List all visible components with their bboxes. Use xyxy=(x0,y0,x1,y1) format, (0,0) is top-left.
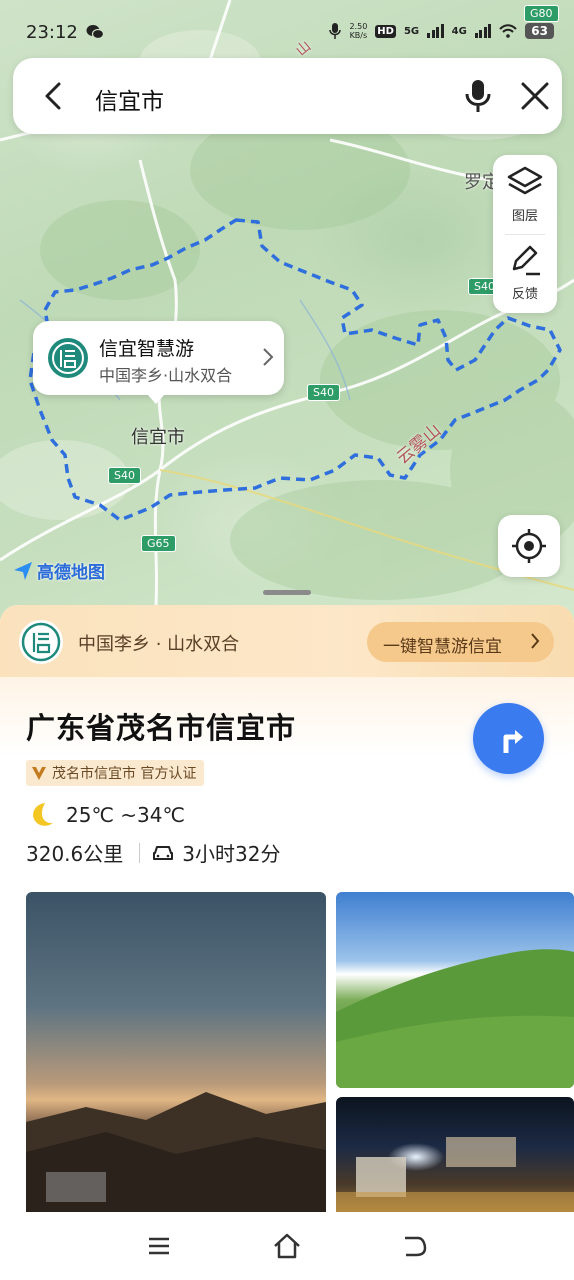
layers-button[interactable]: 图层 xyxy=(493,155,557,233)
map-city-label[interactable]: 信宜市 xyxy=(131,423,185,449)
voice-search-icon[interactable] xyxy=(463,78,493,114)
poi-subtitle: 中国李乡·山水双合 xyxy=(99,366,233,385)
search-query[interactable]: 信宜市 xyxy=(95,82,164,116)
amap-brand-text: 高德地图 xyxy=(37,563,105,583)
4g-label: 4G xyxy=(451,25,467,37)
layers-icon xyxy=(507,166,543,195)
signal-5g-icon xyxy=(427,24,444,38)
photo-night-town[interactable] xyxy=(336,1097,574,1222)
map-tools-panel: 图层 反馈 xyxy=(493,155,557,313)
net-speed: 2.50 KB/s xyxy=(349,22,367,40)
smart-tour-banner[interactable]: 中国李乡 · 山水双合 一键智慧游信宜 xyxy=(0,605,574,677)
route-arrow-icon xyxy=(503,730,523,753)
temperature-range: 25℃ ~34℃ xyxy=(66,803,185,827)
xinyi-logo-icon xyxy=(19,620,63,664)
poi-bubble[interactable]: 信宜智慧游 中国李乡·山水双合 xyxy=(33,321,284,404)
status-bar: 23:12 2.50 KB/s HD 5G 4G 63 xyxy=(0,0,574,64)
status-time: 23:12 xyxy=(26,22,78,43)
city-title: 广东省茂名市信宜市 xyxy=(26,711,297,745)
photo-scene xyxy=(26,1092,326,1222)
layers-label: 图层 xyxy=(511,209,538,224)
smart-tour-button-label: 一键智慧游信宜 xyxy=(383,637,502,657)
verified-icon xyxy=(32,767,46,780)
wechat-icon xyxy=(86,25,104,40)
back-icon[interactable] xyxy=(39,80,69,112)
road-tag-s40: S40 xyxy=(108,467,141,484)
navigate-button[interactable] xyxy=(473,703,544,774)
wifi-icon xyxy=(499,24,518,38)
amap-logo: 高德地图 xyxy=(12,558,105,583)
photo-scene xyxy=(336,949,574,1088)
official-badge: 茂名市信宜市 官方认证 xyxy=(26,760,205,786)
city-detail-sheet: 中国李乡 · 山水双合 一键智慧游信宜 广东省茂名市信宜市 茂名市信宜市 官方认… xyxy=(0,605,574,1280)
drive-time: 3小时32分 xyxy=(182,842,281,866)
locate-button[interactable] xyxy=(498,515,560,577)
poi-title: 信宜智慧游 xyxy=(99,338,195,360)
smart-tour-button[interactable]: 一键智慧游信宜 xyxy=(367,622,554,662)
chevron-right-icon xyxy=(531,633,540,649)
info-divider xyxy=(139,842,141,863)
distance: 320.6公里 xyxy=(26,842,124,866)
back-nav-icon[interactable] xyxy=(402,1234,428,1258)
sheet-drag-handle[interactable] xyxy=(263,590,311,595)
5g-label: 5G xyxy=(403,25,420,37)
photo-grassland[interactable] xyxy=(336,892,574,1088)
net-speed-value: 2.50 xyxy=(349,22,368,31)
moon-icon xyxy=(33,803,53,826)
photo-scene xyxy=(336,1137,574,1222)
locate-icon xyxy=(512,529,546,563)
road-tag-s40: S40 xyxy=(307,384,340,401)
system-nav-bar xyxy=(0,1212,574,1280)
menu-icon[interactable] xyxy=(147,1236,171,1256)
feedback-button[interactable]: 反馈 xyxy=(493,235,557,313)
mic-status-icon xyxy=(329,23,342,39)
road-tag-g65: G65 xyxy=(141,535,176,552)
amap-arrow-icon xyxy=(14,561,32,580)
route-info-row: 320.6公里 3小时32分 xyxy=(26,838,280,867)
edit-icon xyxy=(512,245,540,276)
search-bar[interactable]: 信宜市 xyxy=(13,58,562,134)
home-icon[interactable] xyxy=(272,1232,302,1260)
battery-indicator: 63 xyxy=(525,23,554,39)
xinyi-logo-icon xyxy=(48,338,88,378)
chevron-right-icon xyxy=(263,348,274,366)
net-speed-unit: KB/s xyxy=(349,31,368,40)
photo-mountain-sunset[interactable] xyxy=(26,892,326,1222)
banner-slogan: 中国李乡 · 山水双合 xyxy=(78,634,240,655)
feedback-label: 反馈 xyxy=(511,287,538,302)
signal-4g-icon xyxy=(474,24,492,38)
weather-row: 25℃ ~34℃ xyxy=(26,800,185,830)
car-icon xyxy=(153,845,174,860)
hd-badge: HD xyxy=(375,24,396,38)
badge-text: 茂名市信宜市 官方认证 xyxy=(52,766,197,782)
close-icon[interactable] xyxy=(519,80,551,112)
